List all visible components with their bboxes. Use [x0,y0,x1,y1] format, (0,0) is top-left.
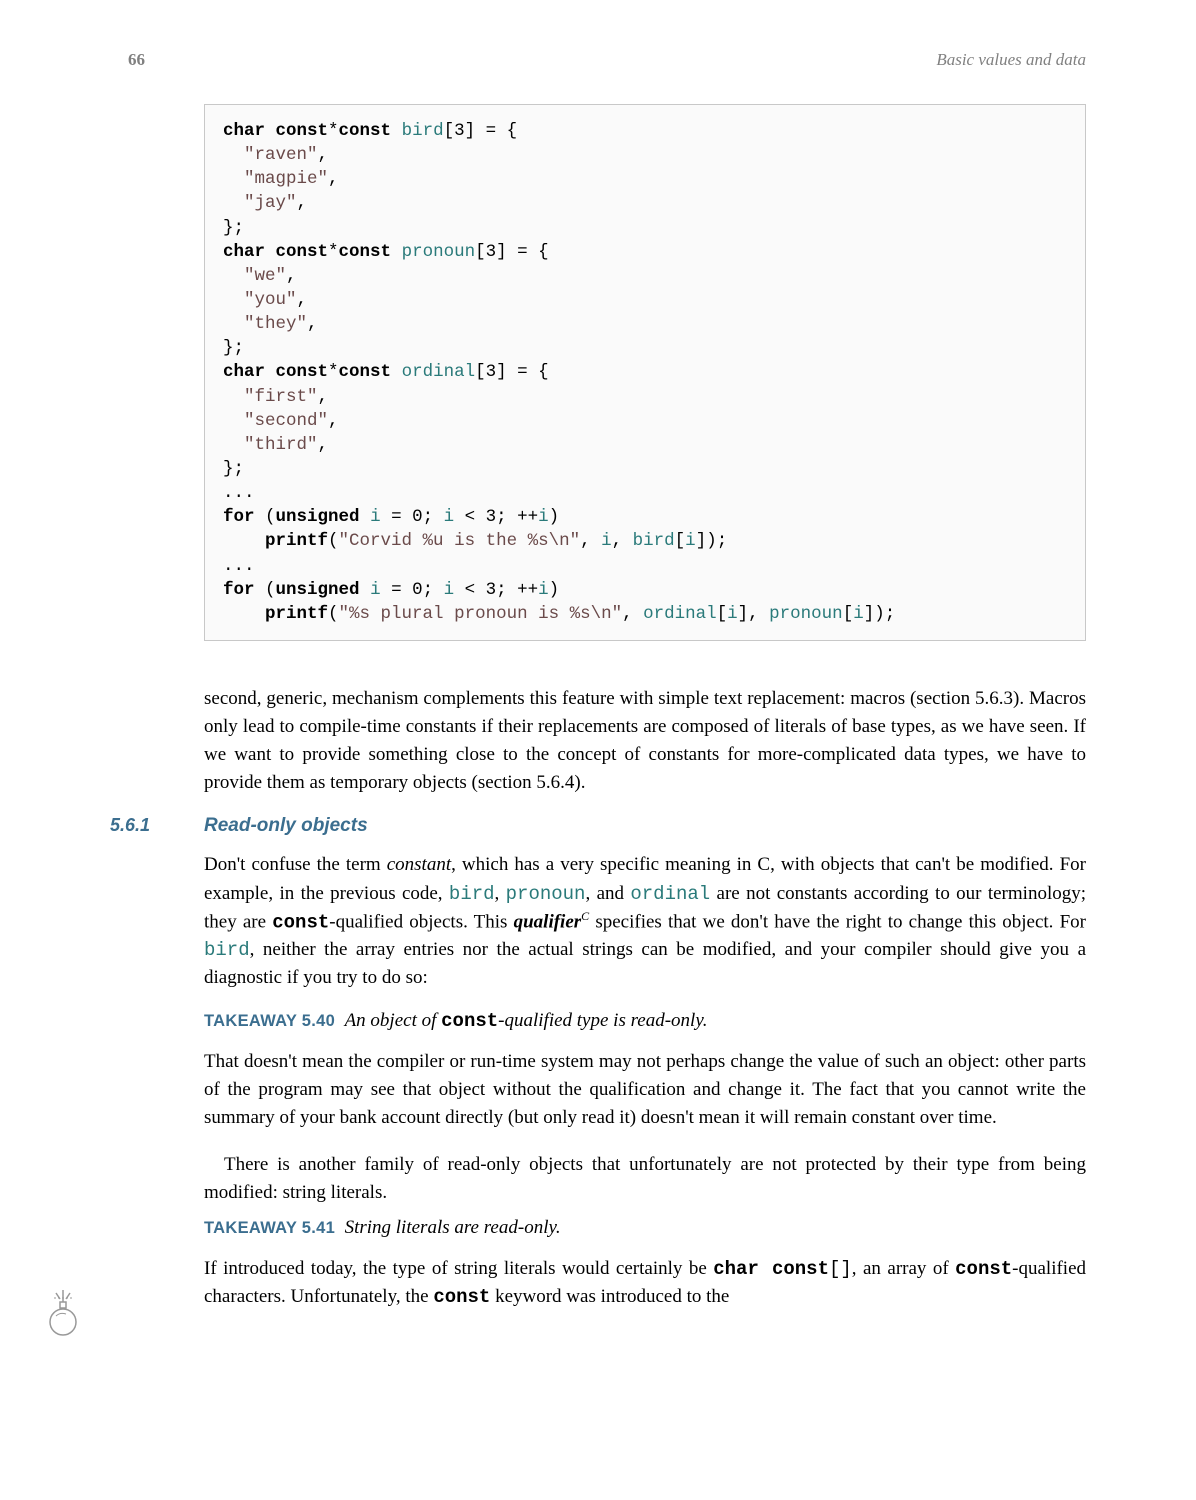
takeaway-label: TAKEAWAY 5.40 [204,1012,335,1030]
text: , an array of [852,1258,955,1279]
code-bird-2: bird [204,939,250,961]
kw-const: const [441,1010,498,1032]
text: Don't confuse the term [204,854,387,875]
code-bird: bird [449,883,495,905]
section-heading: 5.6.1 Read-only objects [110,815,1086,837]
bomb-icon [42,1286,84,1338]
takeaway-body: An object of const-qualified type is rea… [345,1010,708,1031]
text: specifies that we don't have the right t… [589,911,1086,932]
paragraph-string-literals: There is another family of read-only obj… [204,1151,1086,1207]
text: , and [585,883,630,904]
superscript-c: C [581,909,589,923]
paragraph-final: If introduced today, the type of string … [204,1255,1086,1311]
term-constant: constant [387,854,451,875]
takeaway-body: String literals are read-only. [345,1217,561,1238]
kw-char-const: char const [713,1258,829,1280]
code-pronoun: pronoun [506,883,586,905]
section-number: 5.6.1 [110,815,204,836]
kw-const: const [272,911,329,933]
text: An object of [345,1010,442,1031]
text: , neither the array entries nor the actu… [204,939,1086,988]
text: If introduced today, the type of string … [204,1258,713,1279]
text: -qualified objects. This [329,911,513,932]
paragraph-intro: second, generic, mechanism complements t… [204,685,1086,797]
takeaway-5-41: TAKEAWAY 5.41 String literals are read-o… [204,1217,1086,1239]
text: keyword was introduced to the [490,1286,729,1307]
code-brackets: [] [829,1258,852,1280]
text: -qualified type is read-only. [498,1010,707,1031]
section-title: Read-only objects [204,815,368,837]
term-qualifier: qualifier [514,911,582,932]
page-number: 66 [128,50,145,70]
takeaway-5-40: TAKEAWAY 5.40 An object of const-qualifi… [204,1010,1086,1032]
code-ordinal: ordinal [630,883,710,905]
takeaway-label: TAKEAWAY 5.41 [204,1219,335,1237]
chapter-title: Basic values and data [936,50,1086,70]
page-header: 66 Basic values and data [110,50,1086,70]
page: 66 Basic values and data char const*cons… [0,0,1196,1389]
paragraph-readonly: Don't confuse the term constant, which h… [204,851,1086,992]
code-listing: char const*const bird[3] = { "raven", "m… [204,104,1086,641]
kw-const: const [433,1286,490,1308]
paragraph-bank: That doesn't mean the compiler or run-ti… [204,1048,1086,1132]
text: , [495,883,506,904]
kw-const: const [955,1258,1012,1280]
